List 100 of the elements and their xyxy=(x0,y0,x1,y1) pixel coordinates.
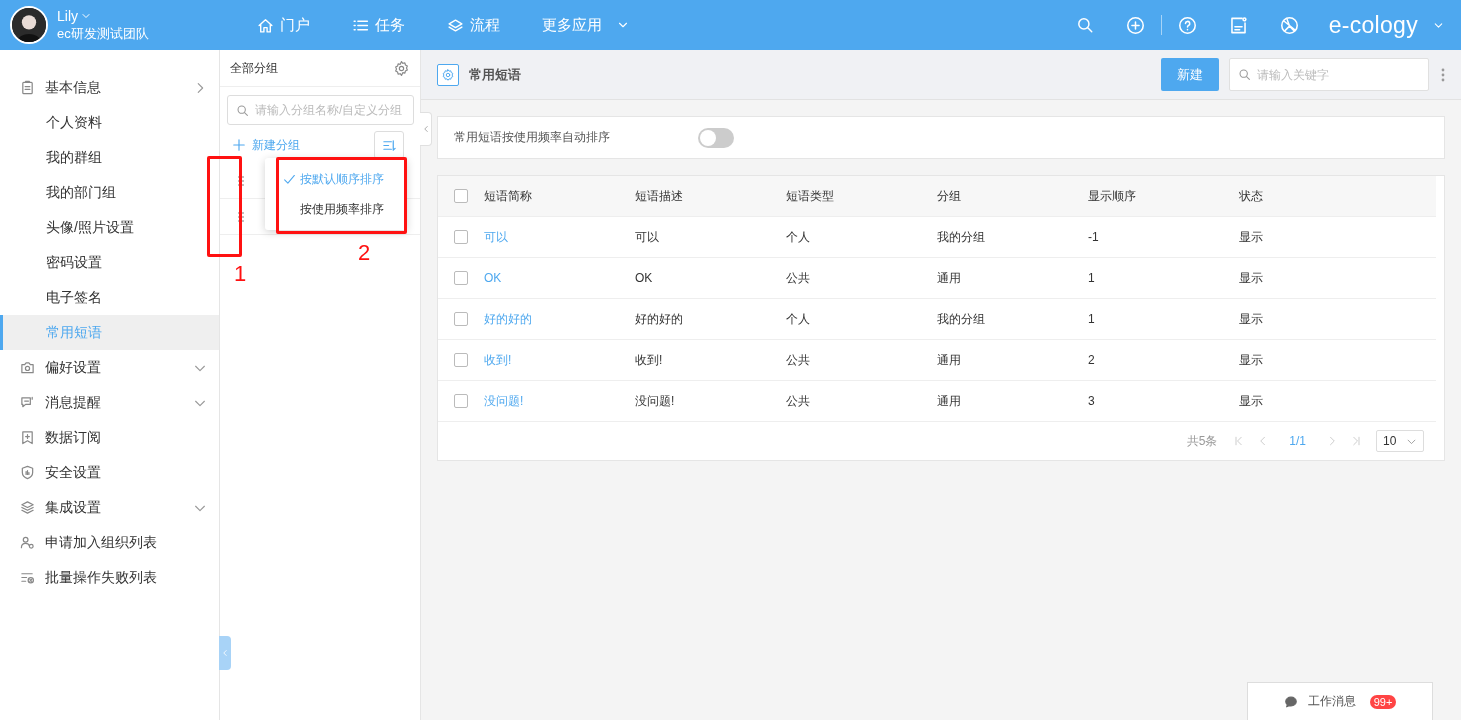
table-cell-text: 通用 xyxy=(937,269,962,287)
settings-icon xyxy=(393,59,410,77)
checkbox[interactable] xyxy=(454,353,468,367)
check-icon xyxy=(283,172,296,186)
sidebar-item[interactable]: 消息提醒 xyxy=(0,385,219,420)
table-cell-text: 个人 xyxy=(786,228,811,246)
clipboard-icon xyxy=(20,80,35,95)
home-icon xyxy=(257,16,274,34)
collapse-tab[interactable] xyxy=(219,636,231,670)
total-count: 共5条 xyxy=(1186,432,1218,450)
checkbox[interactable] xyxy=(454,189,468,203)
camera-icon xyxy=(20,360,35,375)
column-header[interactable]: 短语简称 xyxy=(484,187,635,205)
sidebar-item[interactable]: 集成设置 xyxy=(0,490,219,525)
avatar[interactable] xyxy=(10,6,48,44)
more-icon[interactable] xyxy=(1441,67,1445,82)
table-cell-text: 没问题! xyxy=(635,392,676,410)
table-cell-text: 我的分组 xyxy=(937,228,986,246)
table-cell-text: 显示 xyxy=(1239,310,1264,328)
sidebar-item[interactable]: 安全设置 xyxy=(0,455,219,490)
sidebar-item[interactable]: 基本信息 xyxy=(0,70,219,105)
checkbox[interactable] xyxy=(454,312,468,326)
layers-icon xyxy=(447,16,464,34)
checkbox[interactable] xyxy=(454,230,468,244)
sidebar-item[interactable]: 偏好设置 xyxy=(0,350,219,385)
sidebar-item[interactable]: 我的部门组 xyxy=(0,175,219,210)
table-cell-text: -1 xyxy=(1088,230,1100,244)
table-cell-text: 3 xyxy=(1088,394,1096,408)
search-icon xyxy=(1075,16,1094,34)
sidebar-item[interactable]: 个人资料 xyxy=(0,105,219,140)
table-cell-text: 显示 xyxy=(1239,269,1264,287)
sort-icon xyxy=(381,137,397,153)
search-icon xyxy=(1238,68,1251,81)
drag-handle-icon[interactable] xyxy=(238,175,244,186)
add-button[interactable] xyxy=(1125,15,1145,35)
page-title: 常用短语 xyxy=(469,65,521,84)
page-size-select[interactable]: 10 xyxy=(1376,430,1424,452)
users-icon xyxy=(20,535,35,550)
drag-handle-icon[interactable] xyxy=(238,211,244,222)
table-cell-text: 公共 xyxy=(786,269,811,287)
shield-icon xyxy=(20,465,35,480)
sort-option[interactable]: 按使用频率排序 xyxy=(265,194,407,224)
collapse-tab[interactable] xyxy=(420,112,432,146)
table-cell-text: 显示 xyxy=(1239,228,1264,246)
annotation-label: 2 xyxy=(358,242,371,264)
search-button[interactable] xyxy=(1075,16,1094,34)
column-header[interactable]: 显示顺序 xyxy=(1088,187,1239,205)
table-cell-text: 1 xyxy=(1088,312,1096,326)
sidebar-item[interactable]: 我的群组 xyxy=(0,140,219,175)
table-cell-text: 通用 xyxy=(937,351,962,369)
sidebar-item[interactable]: 批量操作失败列表 xyxy=(0,560,219,595)
table-cell-text: 显示 xyxy=(1239,392,1264,410)
table-cell-text: 2 xyxy=(1088,353,1096,367)
plus-icon xyxy=(232,138,246,152)
sidebar-item[interactable]: 数据订阅 xyxy=(0,420,219,455)
sort-button[interactable] xyxy=(374,131,404,159)
checkbox[interactable] xyxy=(454,394,468,408)
team-name: ec研发测试团队 xyxy=(57,24,150,43)
checkbox[interactable] xyxy=(454,271,468,285)
work-messages-bar[interactable]: 工作消息 99+ xyxy=(1247,682,1433,720)
group-search-box[interactable]: 请输入分组名称/自定义分组 xyxy=(227,95,414,125)
table-cell-text: 显示 xyxy=(1239,351,1264,369)
message-icon xyxy=(20,395,35,410)
sidebar-item[interactable]: 头像/照片设置 xyxy=(0,210,219,245)
last-page-button[interactable] xyxy=(1350,435,1362,447)
list-error-icon xyxy=(20,570,35,585)
search-icon xyxy=(236,103,249,117)
document-icon xyxy=(1228,15,1248,35)
sidebar-item[interactable]: 电子签名 xyxy=(0,280,219,315)
table-cell-text: 通用 xyxy=(937,392,962,410)
settings-button[interactable] xyxy=(393,59,410,77)
keyword-search-box[interactable]: 请输入关键字 xyxy=(1229,58,1429,91)
page-indicator: 1/1 xyxy=(1289,434,1306,448)
column-header[interactable]: 短语描述 xyxy=(635,187,786,205)
chevron-left-icon xyxy=(220,648,230,658)
column-header[interactable]: 状态 xyxy=(1239,187,1436,205)
globe-icon xyxy=(1279,15,1299,35)
globe-button[interactable] xyxy=(1279,15,1299,35)
setting-label: 常用短语按使用频率自动排序 xyxy=(454,129,611,146)
table-cell-text: 我的分组 xyxy=(937,310,986,328)
help-icon xyxy=(1177,15,1197,35)
table-cell-text: 好的好的 xyxy=(635,310,684,328)
stack-icon xyxy=(20,500,35,515)
table-cell-text: 公共 xyxy=(786,392,811,410)
chat-bubble-icon xyxy=(1283,694,1298,709)
sidebar-item[interactable]: 申请加入组织列表 xyxy=(0,525,219,560)
plus-circle-icon xyxy=(1125,15,1145,35)
column-header[interactable]: 短语类型 xyxy=(786,187,937,205)
toggle-switch[interactable] xyxy=(698,127,734,148)
table-cell-text: 公共 xyxy=(786,351,811,369)
table-cell-text: 1 xyxy=(1088,271,1096,285)
column-header[interactable]: 分组 xyxy=(937,187,1088,205)
table-cell-text: OK xyxy=(635,271,654,285)
count-badge: 99+ xyxy=(1369,694,1397,709)
last-page-icon xyxy=(1350,435,1362,447)
table-cell-text: 可以 xyxy=(635,228,660,246)
notes-button[interactable] xyxy=(1228,15,1248,35)
help-button[interactable] xyxy=(1177,15,1197,35)
group-search-field[interactable]: 请输入分组名称/自定义分组 xyxy=(255,103,405,117)
sidebar-item[interactable]: 密码设置 xyxy=(0,245,219,280)
